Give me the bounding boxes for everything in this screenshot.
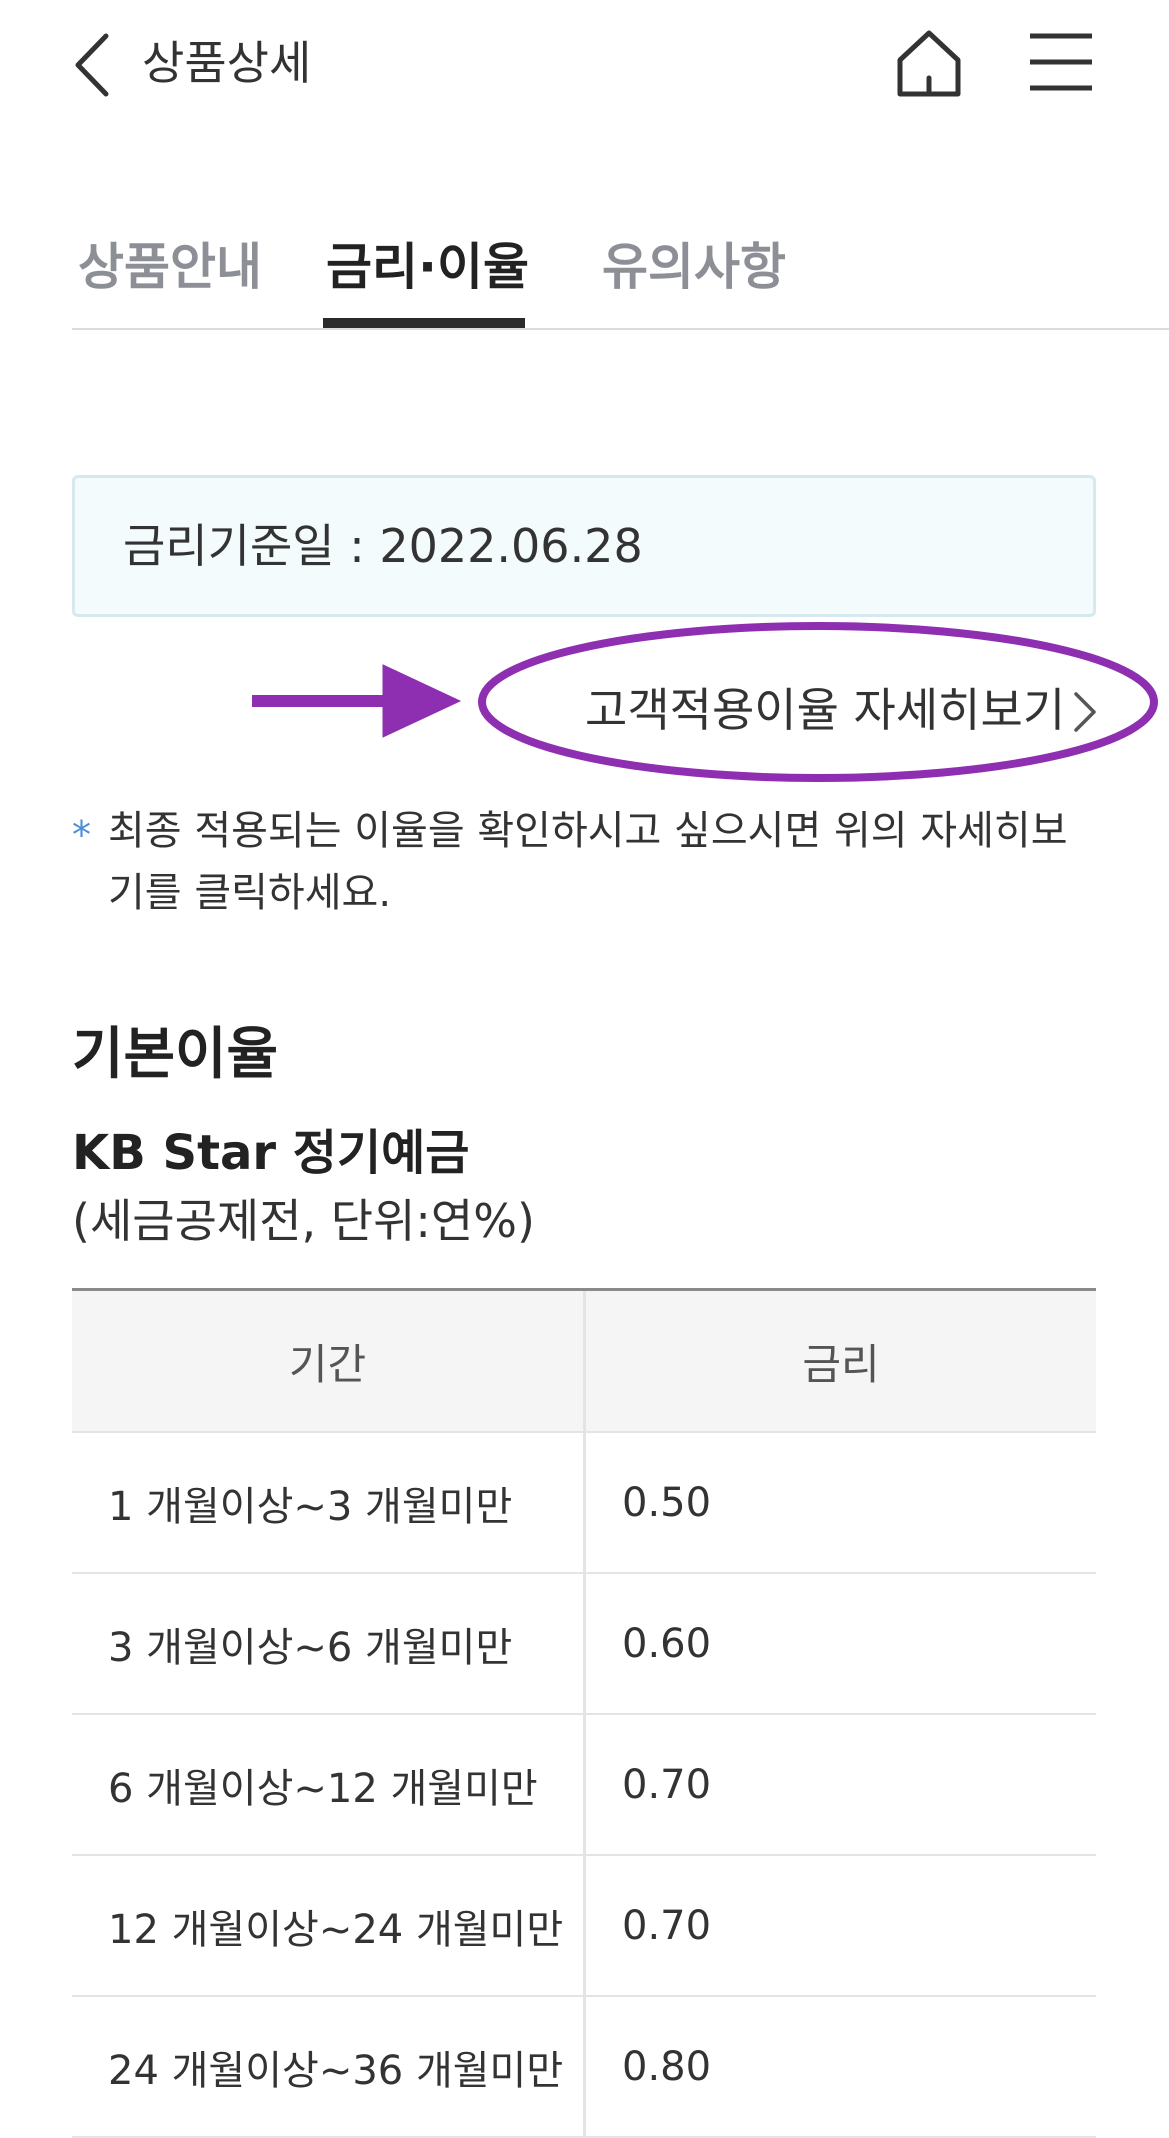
- column-header-period: 기간: [72, 1288, 585, 1433]
- rate-cell: 0.70: [583, 1855, 1096, 1997]
- base-rate-table: 기간 금리 1 개월이상~3 개월미만 0.50 3 개월이상~6 개월미만 0…: [72, 1288, 1096, 2138]
- hamburger-menu-icon[interactable]: [1028, 30, 1094, 92]
- rate-base-date-box: 금리기준일 : 2022.06.28: [72, 475, 1096, 617]
- period-cell: 24 개월이상~36 개월미만: [72, 1996, 585, 2138]
- home-icon[interactable]: [894, 28, 964, 100]
- tab-precautions[interactable]: 유의사항: [602, 235, 786, 299]
- tab-product-info[interactable]: 상품안내: [78, 235, 262, 299]
- column-header-rate: 금리: [583, 1288, 1096, 1433]
- rate-cell: 0.80: [583, 1996, 1096, 2138]
- period-cell: 12 개월이상~24 개월미만: [72, 1855, 585, 1997]
- note-asterisk: *: [72, 813, 91, 857]
- period-cell: 6 개월이상~12 개월미만: [72, 1714, 585, 1856]
- section-title: 기본이율: [72, 1022, 279, 1087]
- period-cell: 3 개월이상~6 개월미만: [72, 1573, 585, 1715]
- table-row: 3 개월이상~6 개월미만 0.60: [72, 1573, 1096, 1715]
- back-chevron-icon[interactable]: [70, 30, 120, 100]
- period-cell: 1 개월이상~3 개월미만: [72, 1432, 585, 1574]
- table-row: 6 개월이상~12 개월미만 0.70: [72, 1714, 1096, 1856]
- table-row: 12 개월이상~24 개월미만 0.70: [72, 1855, 1096, 1997]
- product-name: KB Star 정기예금: [72, 1125, 470, 1181]
- customer-rate-detail-link[interactable]: 고객적용이율 자세히보기: [585, 675, 1065, 745]
- rate-base-date: 금리기준일 : 2022.06.28: [123, 519, 643, 573]
- page-title: 상품상세: [142, 36, 312, 90]
- chevron-right-icon[interactable]: [1070, 690, 1100, 734]
- table-row: 1 개월이상~3 개월미만 0.50: [72, 1432, 1096, 1574]
- rate-cell: 0.70: [583, 1714, 1096, 1856]
- rate-cell: 0.50: [583, 1432, 1096, 1574]
- unit-note: (세금공제전, 단위:연%): [72, 1194, 535, 1248]
- tab-divider: [72, 328, 1169, 330]
- table-row: 24 개월이상~36 개월미만 0.80: [72, 1996, 1096, 2138]
- tab-interest-rate[interactable]: 금리·이율: [326, 235, 529, 299]
- table-header-row: 기간 금리: [72, 1288, 1096, 1433]
- rate-cell: 0.60: [583, 1573, 1096, 1715]
- rate-note: 최종 적용되는 이율을 확인하시고 싶으시면 위의 자세히보기를 클릭하세요.: [108, 808, 1068, 916]
